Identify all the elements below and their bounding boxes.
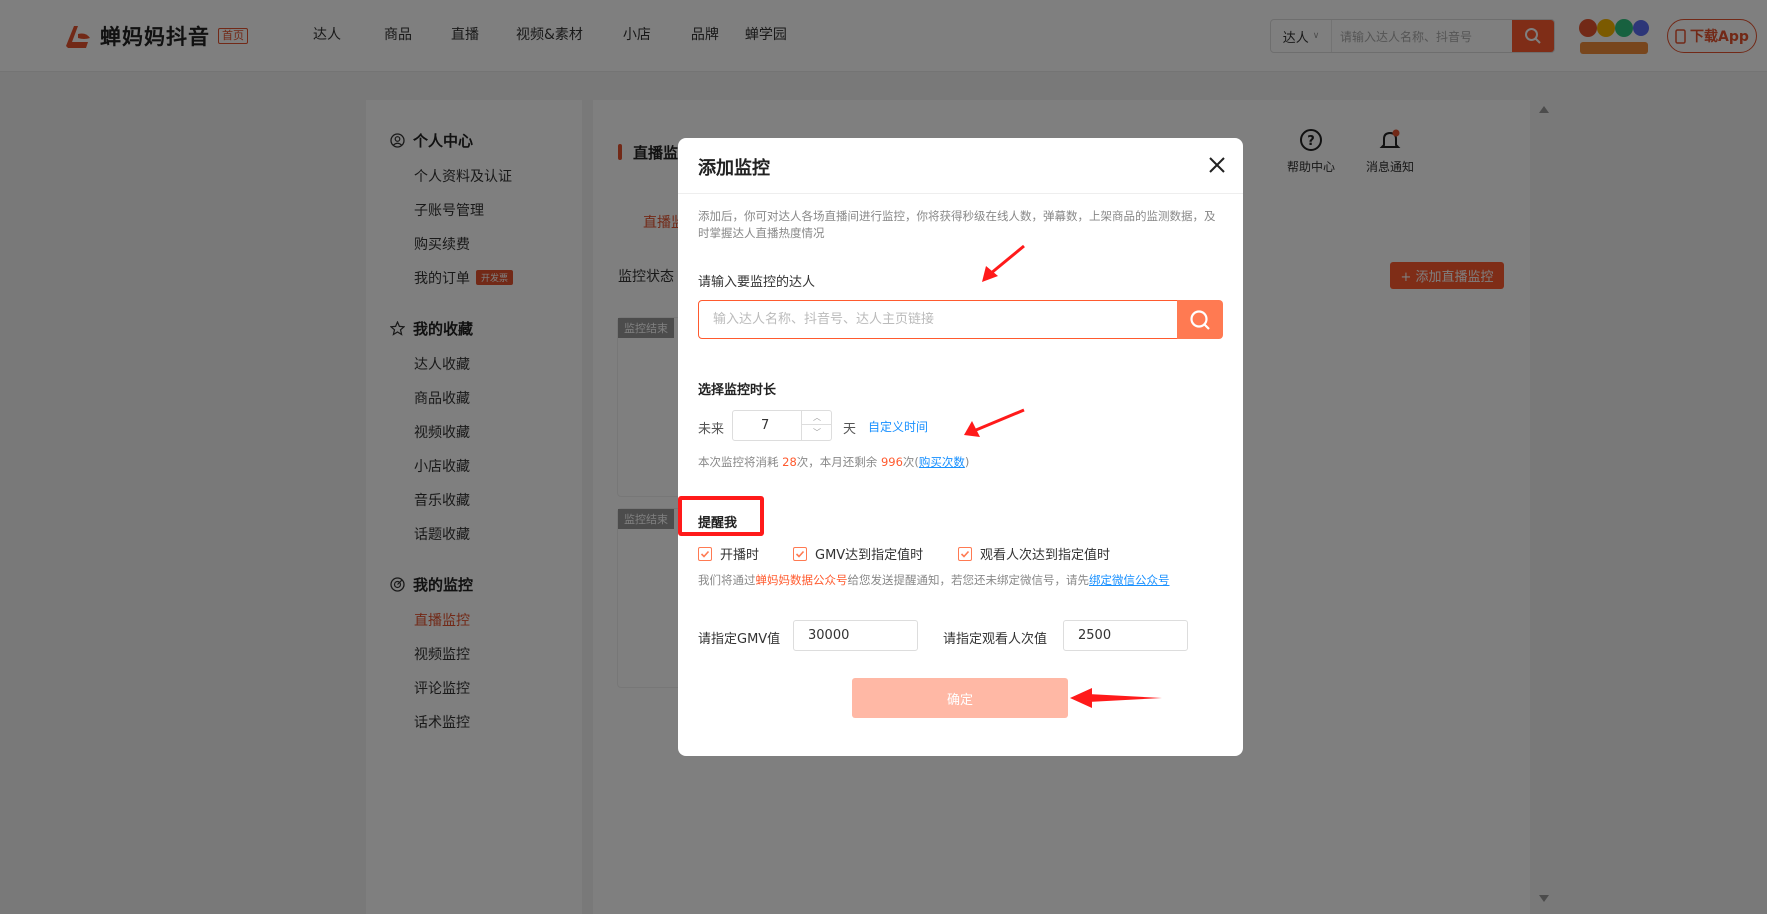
annotation-arrow-icon xyxy=(964,408,1025,437)
gmv-input[interactable]: 30000 xyxy=(793,620,918,651)
checkbox-checked-icon xyxy=(958,546,972,561)
target-label: 请输入要监控的达人 xyxy=(698,275,816,290)
modal-divider xyxy=(678,193,1243,194)
bind-wechat-link[interactable]: 绑定微信公众号 xyxy=(1089,573,1170,587)
wechat-notice: 我们将通过蝉妈妈数据公众号给您发送提醒通知，若您还未绑定微信号，请先绑定微信公众… xyxy=(698,573,1170,587)
days-value: 7 xyxy=(761,418,770,433)
annotation-arrow-icon xyxy=(982,244,1025,282)
check-views-reached[interactable]: 观看人次达到指定值时 xyxy=(958,544,1110,563)
gmv-label: 请指定GMV值 xyxy=(698,632,781,647)
days-stepper[interactable]: 7 ︿ ﹀ xyxy=(732,410,832,441)
modal-title: 添加监控 xyxy=(698,158,770,179)
duration-label: 选择监控时长 xyxy=(698,383,777,398)
check-gmv-reached[interactable]: GMV达到指定值时 xyxy=(793,544,923,563)
annotation-arrow-icon xyxy=(1070,688,1162,708)
stepper-down-icon[interactable]: ﹀ xyxy=(802,425,832,439)
buy-times-link[interactable]: 购买次数 xyxy=(919,455,965,469)
target-search-button[interactable] xyxy=(1177,300,1223,339)
remind-label: 提醒我 xyxy=(698,516,738,531)
target-search-input[interactable]: 输入达人名称、抖音号、达人主页链接 xyxy=(698,300,1178,339)
day-unit: 天 xyxy=(843,422,857,437)
cost-info: 本次监控将消耗 28次，本月还剩余 996次(购买次数) xyxy=(698,455,970,469)
check-live-start[interactable]: 开播时 xyxy=(698,544,759,563)
search-icon xyxy=(1190,309,1210,330)
modal-description: 添加后，你可对达人各场直播间进行监控，你将获得秒级在线人数，弹幕数，上架商品的监… xyxy=(698,209,1216,240)
checkbox-checked-icon xyxy=(698,546,712,561)
add-monitor-modal: 添加监控 添加后，你可对达人各场直播间进行监控，你将获得秒级在线人数，弹幕数，上… xyxy=(678,138,1243,756)
confirm-button[interactable]: 确定 xyxy=(852,678,1068,718)
checkbox-checked-icon xyxy=(793,546,807,561)
close-icon[interactable] xyxy=(1206,154,1228,176)
custom-time-link[interactable]: 自定义时间 xyxy=(868,418,928,435)
views-input[interactable]: 2500 xyxy=(1063,620,1188,651)
views-label: 请指定观看人次值 xyxy=(943,632,1048,647)
stepper-up-icon[interactable]: ︿ xyxy=(802,411,832,425)
future-label: 未来 xyxy=(698,422,725,437)
